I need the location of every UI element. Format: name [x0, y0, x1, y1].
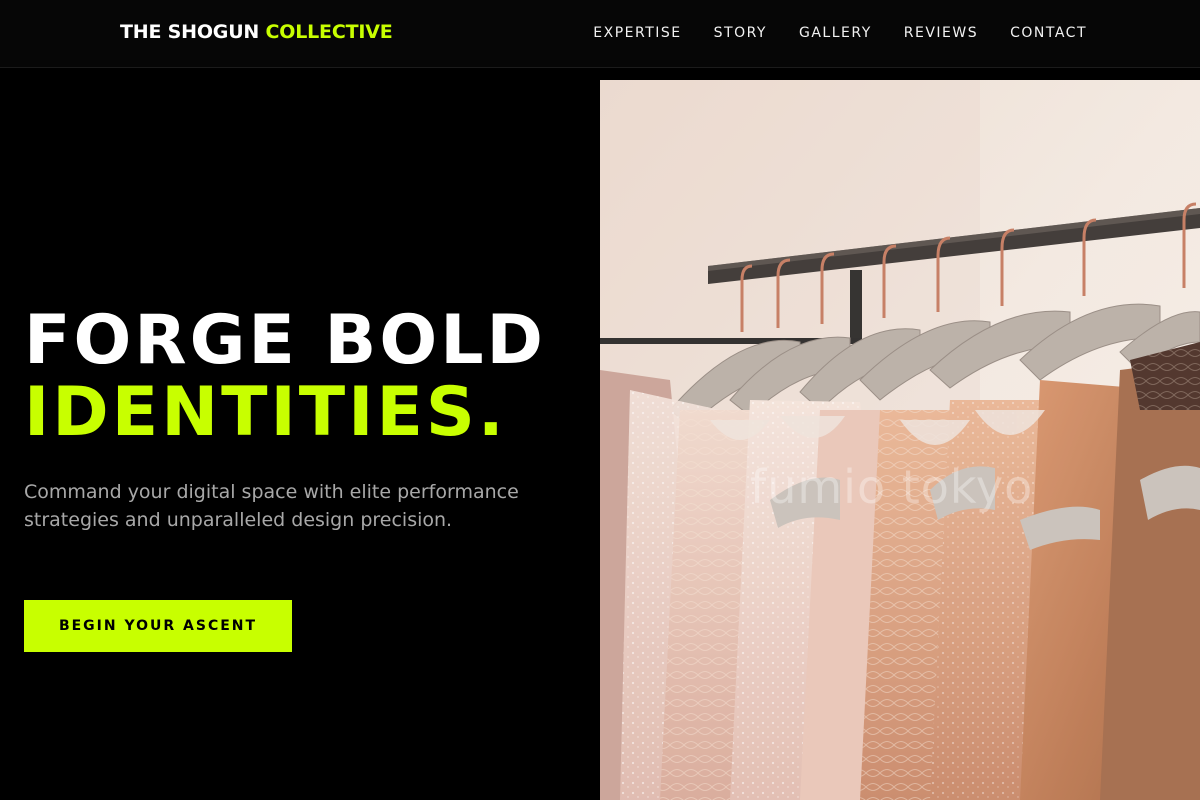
nav-link-contact[interactable]: CONTACT [1010, 24, 1087, 42]
brand-name-part2: COLLECTIVE [265, 21, 393, 43]
brand-name-part1: THE SHOGUN [120, 21, 260, 43]
hero-subtitle: Command your digital space with elite pe… [24, 481, 519, 531]
landing-page: THE SHOGUN COLLECTIVE EXPERTISE STORY GA… [0, 0, 1200, 800]
clothing-rack-illustration [600, 80, 1200, 800]
nav-link-story[interactable]: STORY [714, 24, 767, 42]
brand-logo[interactable]: THE SHOGUN COLLECTIVE [120, 21, 393, 43]
hero-title-line1: FORGE BOLD [24, 301, 546, 380]
hero-image: fumio tokyo [600, 80, 1200, 800]
nav-link-gallery[interactable]: GALLERY [799, 24, 872, 42]
hero-title: FORGE BOLD IDENTITIES. [24, 305, 546, 449]
nav-link-expertise[interactable]: EXPERTISE [593, 24, 681, 42]
main-nav: EXPERTISE STORY GALLERY REVIEWS CONTACT [593, 24, 1087, 42]
begin-ascent-button[interactable]: BEGIN YOUR ASCENT [24, 600, 292, 652]
nav-link-reviews[interactable]: REVIEWS [904, 24, 978, 42]
hero-title-line2: IDENTITIES. [24, 373, 507, 452]
site-header: THE SHOGUN COLLECTIVE EXPERTISE STORY GA… [0, 0, 1200, 68]
